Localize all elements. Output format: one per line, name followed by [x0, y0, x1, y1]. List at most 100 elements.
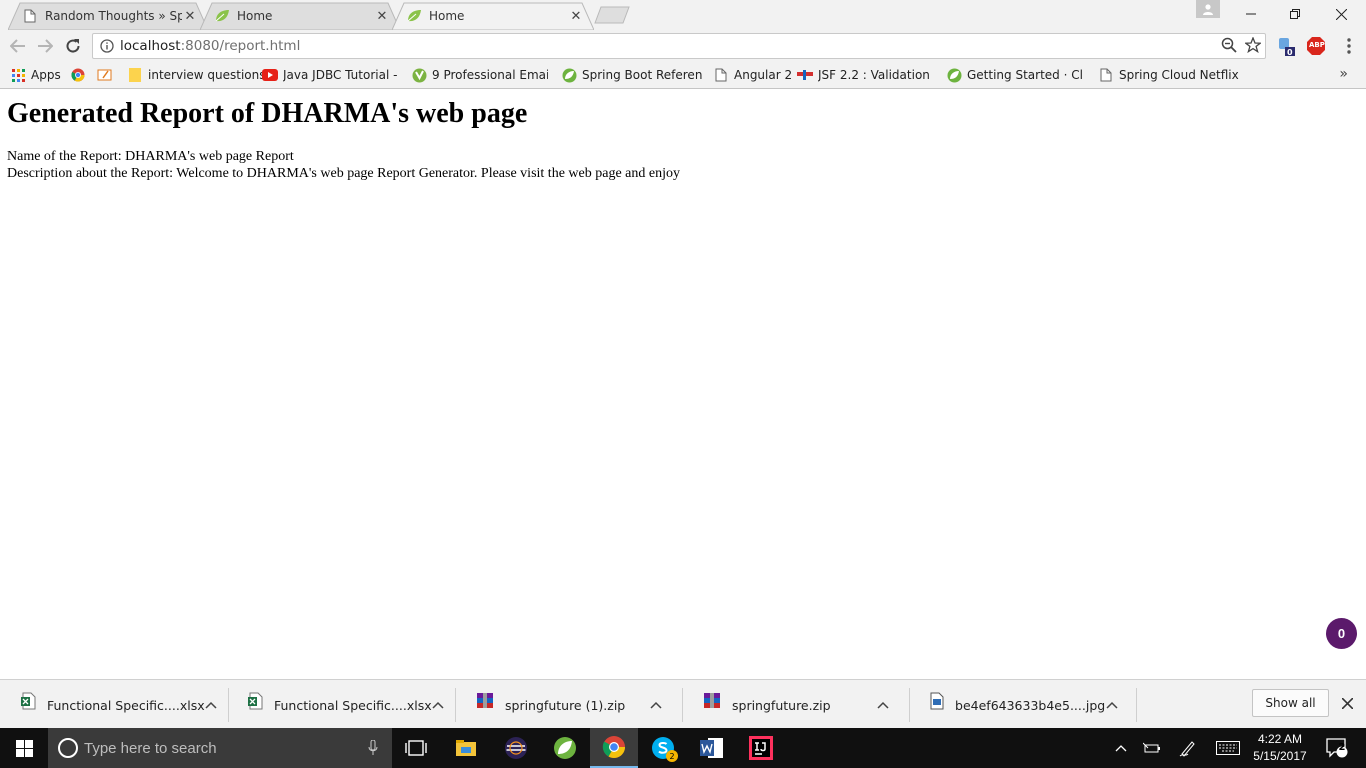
page-content: Generated Report of DHARMA's web page Na… [0, 90, 1366, 679]
chevron-up-icon[interactable] [205, 697, 217, 713]
pen-workspace-button[interactable] [1176, 728, 1200, 768]
microphone-icon[interactable] [368, 740, 378, 756]
skype-button[interactable]: 2 [639, 728, 687, 768]
word-button[interactable] [688, 728, 736, 768]
chrome-taskbar-button[interactable] [590, 728, 638, 768]
bookmark-label: JSF 2.2 : Validation in [818, 68, 933, 82]
notification-count: 2 [1338, 742, 1346, 753]
download-filename: be4ef643633b4e5....jpg [955, 697, 1106, 713]
chevron-up-icon[interactable] [1105, 697, 1118, 713]
restore-button[interactable] [1272, 0, 1318, 28]
bookmark-chrome[interactable] [70, 66, 91, 84]
tab-random-thoughts[interactable]: Random Thoughts » Spri ✕ [8, 2, 208, 30]
back-button[interactable] [6, 35, 30, 57]
eclipse-button[interactable] [492, 728, 540, 768]
task-view-button[interactable] [392, 728, 440, 768]
bookmark-label: Apps [31, 68, 61, 82]
page-heading: Generated Report of DHARMA's web page [7, 98, 528, 129]
excel-file-icon [248, 691, 264, 711]
minimize-button[interactable] [1228, 0, 1274, 28]
yoast-icon [412, 67, 427, 83]
battery-button[interactable] [1140, 728, 1164, 768]
downloads-shelf: Functional Specific....xlsx Functional S… [0, 679, 1366, 728]
address-bar[interactable]: localhost:8080/report.html [92, 33, 1266, 59]
download-filename: Functional Specific....xlsx [274, 697, 432, 713]
adblock-plus-button[interactable]: ABP [1304, 35, 1328, 57]
url-text: localhost:8080/report.html [120, 38, 300, 54]
extension-button[interactable]: 0 [1274, 35, 1298, 57]
show-all-downloads-button[interactable]: Show all [1252, 689, 1329, 717]
intellij-button[interactable] [737, 728, 785, 768]
adblock-label: ABP [1309, 41, 1325, 49]
spring-icon [947, 67, 962, 83]
touch-keyboard-button[interactable] [1214, 728, 1242, 768]
bookmark-label: 9 Professional Email S [432, 68, 548, 82]
taskbar-search-box[interactable]: Type here to search [48, 728, 392, 768]
chrome-menu-button[interactable] [1337, 35, 1361, 57]
download-filename: springfuture (1).zip [505, 697, 626, 713]
reload-icon [66, 39, 80, 53]
back-arrow-icon [10, 39, 25, 53]
chevron-up-icon[interactable] [432, 697, 444, 713]
bookmark-spring-cloud-netflix[interactable]: Spring Cloud Netflix [1098, 66, 1239, 84]
windows-logo-icon [15, 739, 33, 757]
url-host: localhost [120, 38, 181, 54]
new-tab-button[interactable] [594, 6, 630, 24]
download-item[interactable]: springfuture (1).zip [457, 688, 683, 722]
cortana-icon [58, 738, 78, 758]
tab-close-icon[interactable]: ✕ [568, 8, 584, 24]
chevron-up-icon [1115, 745, 1127, 752]
show-hidden-icons-button[interactable] [1112, 728, 1130, 768]
bookmark-angular-2[interactable]: Angular 2 [713, 66, 792, 84]
tab-close-icon[interactable]: ✕ [374, 8, 390, 24]
close-icon [1335, 8, 1347, 20]
url-path: :8080/report.html [180, 38, 301, 54]
bookmark-label: interview questions [148, 68, 266, 82]
person-icon [1203, 4, 1213, 15]
info-icon[interactable] [95, 39, 119, 53]
image-file-icon [929, 691, 945, 711]
download-item[interactable]: Functional Specific....xlsx [230, 688, 456, 722]
skype-badge: 2 [666, 750, 678, 762]
forward-button[interactable] [33, 35, 57, 57]
bookmark-jsf-validation[interactable]: JSF 2.2 : Validation in [797, 66, 933, 84]
start-button[interactable] [0, 728, 48, 768]
action-center-button[interactable]: 2 [1322, 728, 1352, 768]
bookmark-spring-boot-reference[interactable]: Spring Boot Reference [562, 66, 702, 84]
user-profile-button[interactable] [1196, 0, 1220, 18]
battery-plug-icon [1143, 742, 1160, 753]
spring-leaf-icon [214, 8, 230, 24]
system-clock[interactable]: 4:22 AM 5/15/2017 [1248, 731, 1312, 765]
chevron-up-icon[interactable] [648, 697, 664, 713]
zoom-icon[interactable] [1221, 37, 1237, 56]
bookmarks-overflow-button[interactable]: » [1339, 66, 1348, 82]
download-item[interactable]: springfuture.zip [684, 688, 910, 722]
bookmark-apps[interactable]: Apps [10, 66, 61, 84]
file-explorer-button[interactable] [442, 728, 490, 768]
download-item[interactable]: be4ef643633b4e5....jpg [911, 688, 1137, 722]
bookmark-interview-questions[interactable]: interview questions [127, 66, 266, 84]
close-downloads-shelf-button[interactable] [1338, 694, 1356, 712]
tab-home-1[interactable]: Home ✕ [200, 2, 400, 30]
bookmark-java-jdbc[interactable]: Java JDBC Tutorial - P [262, 66, 398, 84]
tab-home-active[interactable]: Home ✕ [392, 2, 594, 30]
notification-badge[interactable]: 0 [1326, 618, 1357, 649]
bookmark-star-icon[interactable] [1243, 36, 1263, 56]
windows-taskbar: Type here to search 2 4:22 AM 5/15/2017 [0, 728, 1366, 768]
bookmark-getting-started[interactable]: Getting Started · Clien [947, 66, 1084, 84]
download-item[interactable]: Functional Specific....xlsx [3, 688, 229, 722]
excel-file-icon [21, 691, 37, 711]
close-icon [1341, 697, 1353, 709]
download-filename: Functional Specific....xlsx [47, 697, 205, 713]
bookmark-edit[interactable] [97, 66, 118, 84]
keyboard-icon [1216, 741, 1240, 755]
spring-tool-suite-button[interactable] [541, 728, 589, 768]
chevron-up-icon[interactable] [875, 697, 891, 713]
youtube-icon [262, 67, 278, 83]
browser-toolbar: localhost:8080/report.html 0 ABP [0, 30, 1366, 62]
reload-button[interactable] [61, 35, 85, 57]
bookmark-professional-email[interactable]: 9 Professional Email S [412, 66, 548, 84]
bookmark-label: Getting Started · Clien [967, 68, 1084, 82]
tab-close-icon[interactable]: ✕ [182, 8, 198, 24]
close-window-button[interactable] [1318, 0, 1364, 28]
